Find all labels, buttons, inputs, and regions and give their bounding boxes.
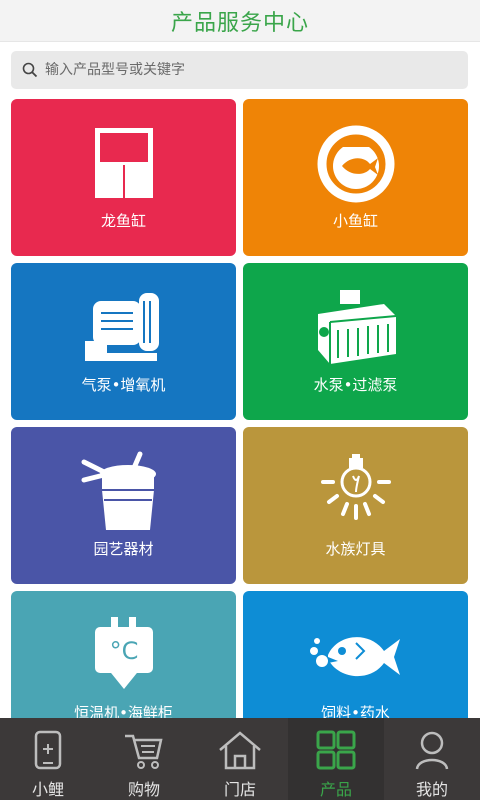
water-pump-icon (306, 285, 406, 371)
tab-label: 小鲤 (31, 780, 64, 799)
search-bar[interactable] (11, 51, 468, 89)
header-bar: 产品服务中心 (0, 0, 480, 42)
tab-mine[interactable]: 我的 (384, 718, 480, 800)
tab-stores[interactable]: 门店 (192, 718, 288, 800)
category-label: 小鱼缸 (332, 212, 378, 230)
category-grid: 龙鱼缸 小鱼缸 气泵•增氧机 水泵•过滤泵 园艺器材 水族灯具 °C 恒温机•海… (0, 0, 480, 718)
fishbowl-icon (306, 121, 406, 207)
tab-shopping[interactable]: 购物 (96, 718, 192, 800)
aquarium-cabinet-icon (74, 121, 174, 207)
shopping-cart-icon (121, 728, 167, 772)
category-label: 气泵•增氧机 (81, 376, 166, 394)
page-title: 产品服务中心 (170, 10, 309, 36)
phone-icon (25, 728, 71, 772)
category-tile-thermostat[interactable]: °C 恒温机•海鲜柜 (11, 591, 236, 718)
search-icon (21, 61, 39, 79)
air-pump-icon (74, 285, 174, 371)
tab-label: 购物 (127, 780, 160, 799)
garden-filter-icon (74, 449, 174, 535)
category-tile-feed-medicine[interactable]: 饲料•药水 (243, 591, 468, 718)
tab-label: 我的 (415, 780, 448, 799)
light-bulb-icon (306, 449, 406, 535)
category-label: 园艺器材 (93, 540, 154, 558)
category-tile-aquarium-lights[interactable]: 水族灯具 (243, 427, 468, 584)
category-label: 龙鱼缸 (100, 212, 146, 230)
tab-xiaoli[interactable]: 小鲤 (0, 718, 96, 800)
category-label: 水族灯具 (325, 540, 386, 558)
tab-products[interactable]: 产品 (288, 718, 384, 800)
category-tile-dragon-fish-tank[interactable]: 龙鱼缸 (11, 99, 236, 256)
category-tile-small-fish-tank[interactable]: 小鱼缸 (243, 99, 468, 256)
category-label: 水泵•过滤泵 (313, 376, 398, 394)
category-tile-air-pump[interactable]: 气泵•增氧机 (11, 263, 236, 420)
thermostat-icon: °C (74, 613, 174, 699)
bottom-tab-bar: 小鲤 购物 门店 产品 我的 (0, 718, 480, 800)
tab-label: 门店 (223, 780, 256, 799)
svg-text:°C: °C (109, 637, 138, 665)
store-home-icon (217, 728, 263, 772)
fish-food-icon (306, 613, 406, 699)
grid-icon (313, 728, 359, 772)
category-label: 恒温机•海鲜柜 (74, 704, 173, 718)
category-label: 饲料•药水 (321, 704, 390, 718)
category-tile-garden-equipment[interactable]: 园艺器材 (11, 427, 236, 584)
category-tile-water-pump[interactable]: 水泵•过滤泵 (243, 263, 468, 420)
tab-label: 产品 (319, 780, 352, 799)
user-icon (409, 728, 455, 772)
search-input[interactable] (45, 62, 445, 78)
